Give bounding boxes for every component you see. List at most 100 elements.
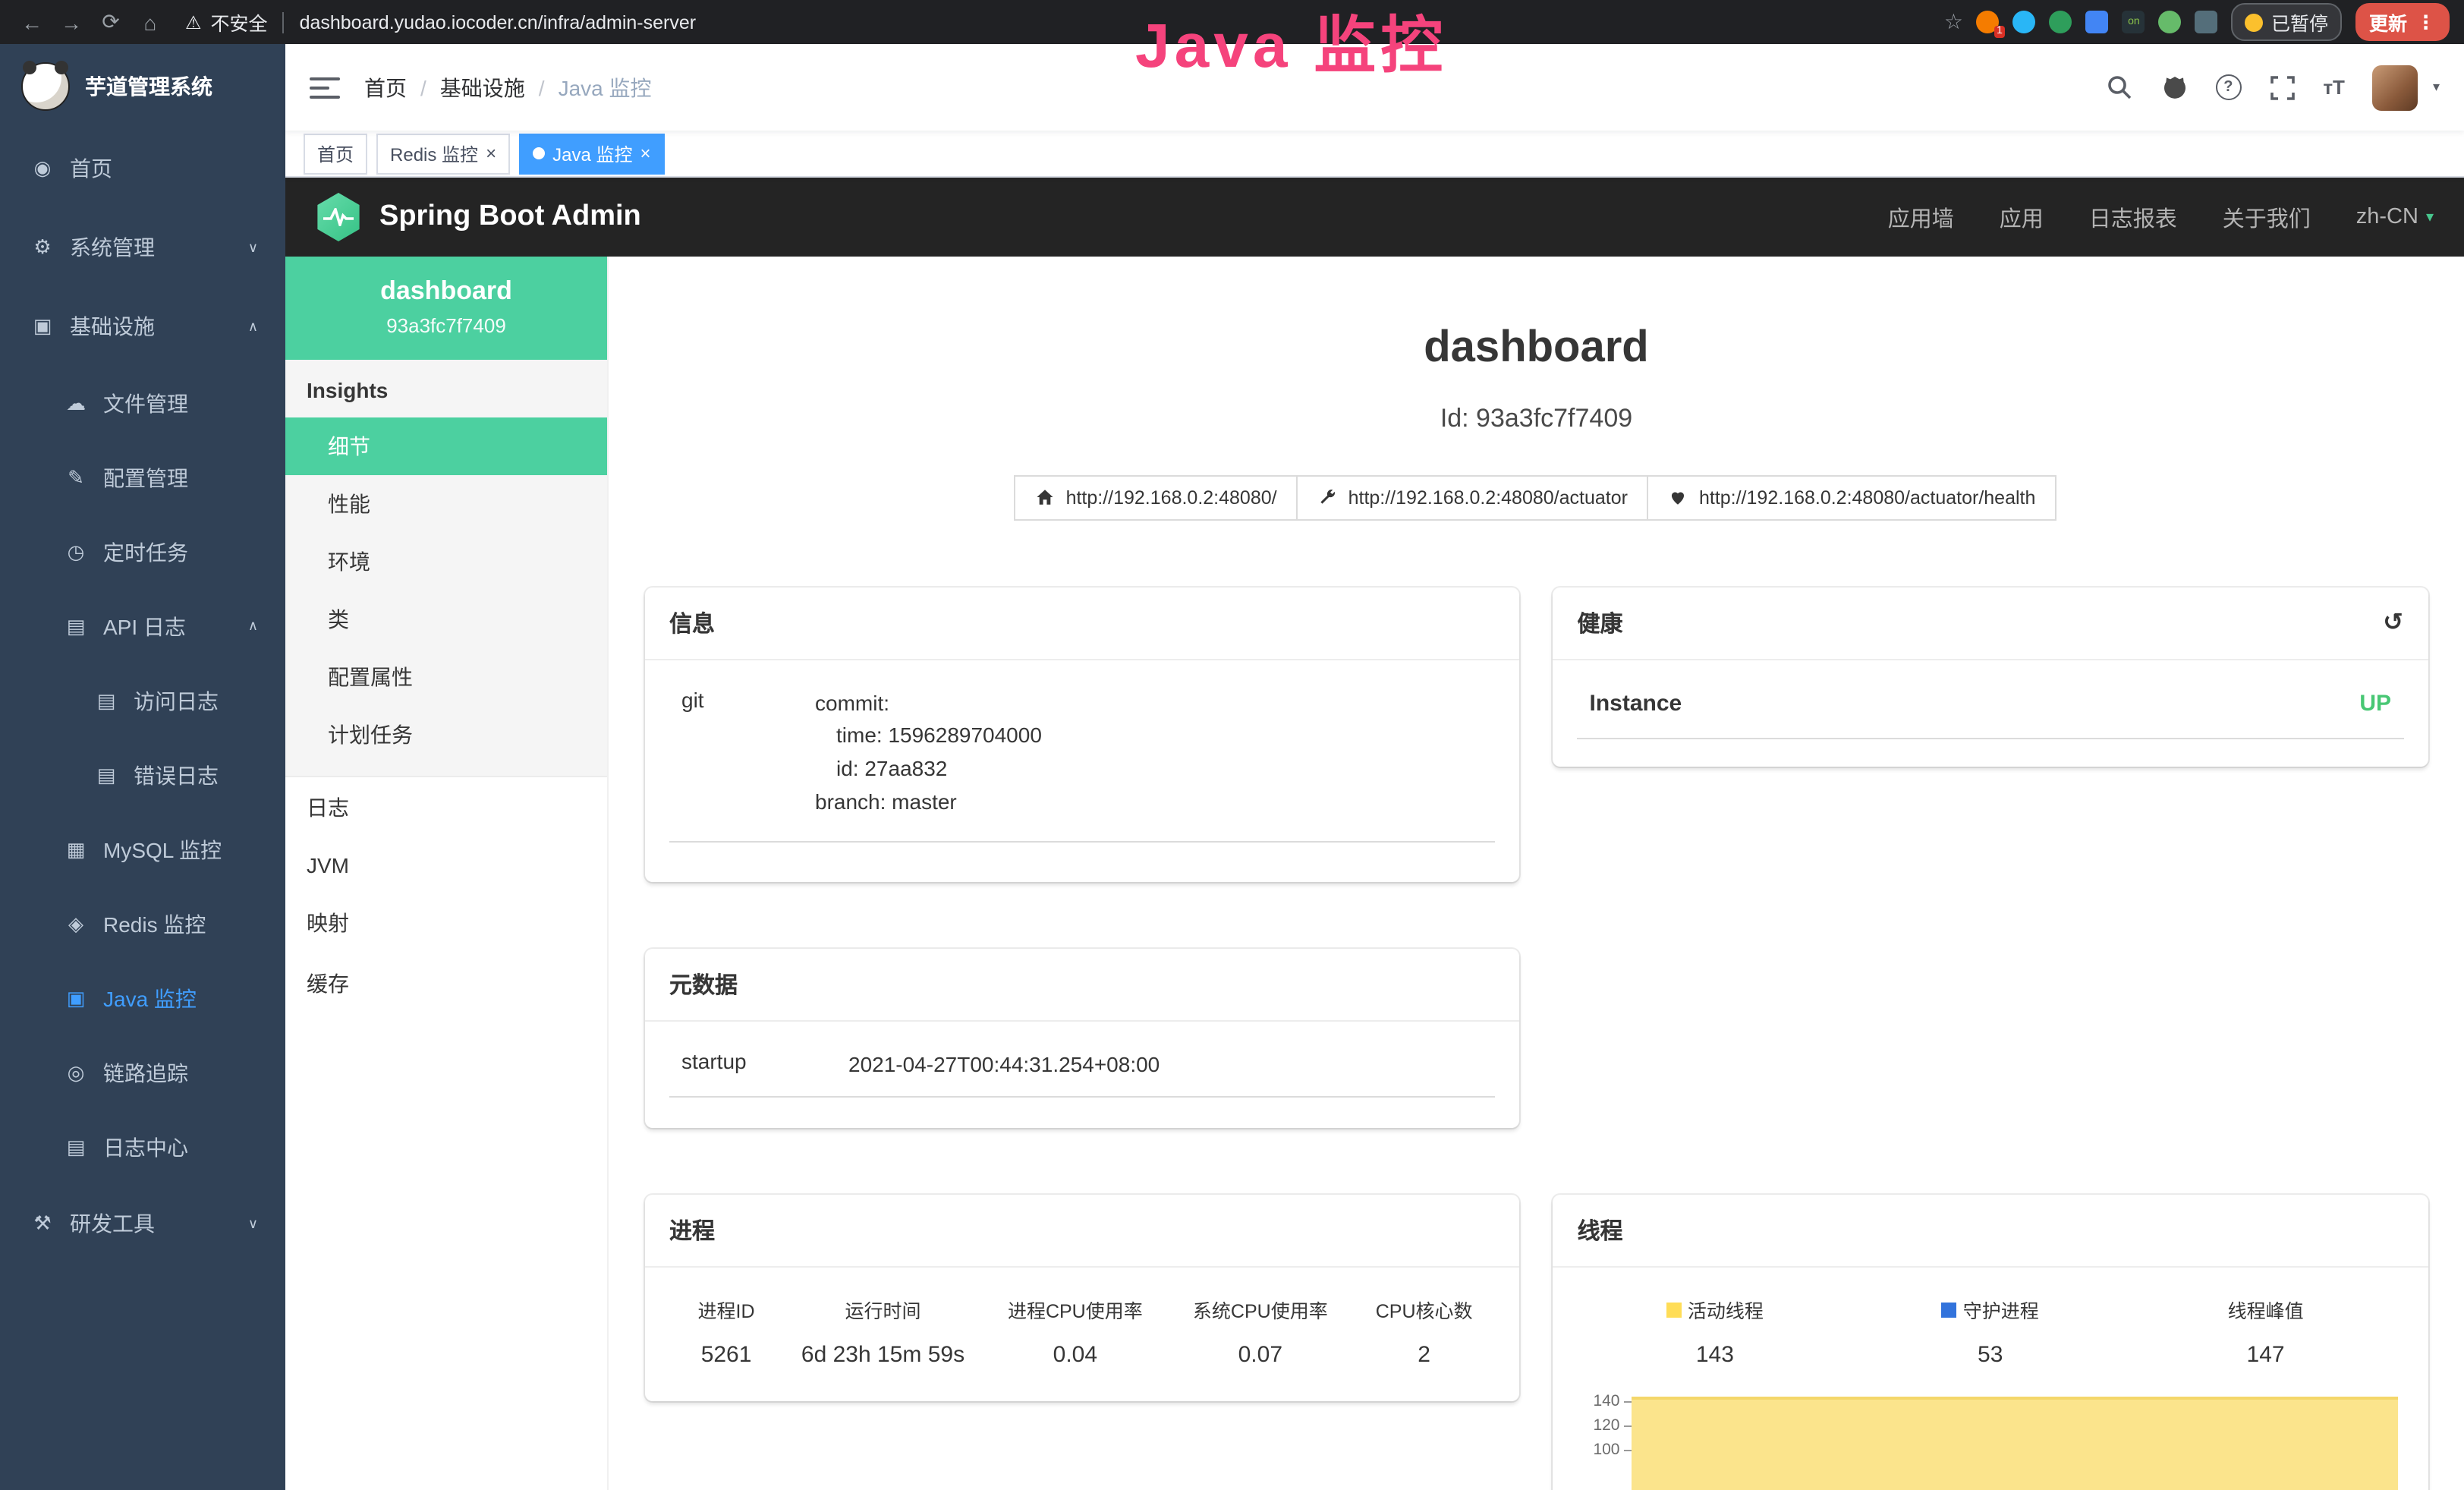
search-icon[interactable] xyxy=(2106,74,2133,101)
tab-java-monitor[interactable]: Java 监控 × xyxy=(519,133,664,174)
sidebar-item-api-logs[interactable]: ▤ API 日志 ∧ xyxy=(0,589,285,663)
tab-redis-monitor[interactable]: Redis 监控 × xyxy=(376,133,510,174)
log-icon: ▤ xyxy=(94,763,118,787)
browser-toolbar-right: ☆ 1 on 已暂停 更新 ⋮ xyxy=(1944,3,2449,41)
extension-pin-icon[interactable] xyxy=(2195,11,2218,33)
health-instance-row[interactable]: Instance UP xyxy=(1578,682,2404,739)
threads-chart: 140 120 100 xyxy=(1578,1389,2404,1490)
threads-card: 线程 活动线程 守护进程 线程峰值 143 53 147 xyxy=(1553,1195,2428,1490)
security-label: 不安全 xyxy=(211,8,268,36)
chrome-update-button[interactable]: 更新 ⋮ xyxy=(2355,3,2449,41)
sba-menu-item-details[interactable]: 细节 xyxy=(285,417,607,475)
help-icon[interactable]: ? xyxy=(2215,74,2241,100)
git-branch: branch: master xyxy=(815,786,1042,819)
font-size-icon[interactable]: тT xyxy=(2323,76,2345,99)
process-uptime-value: 6d 23h 15m 59s xyxy=(783,1342,983,1368)
paused-badge[interactable]: 已暂停 xyxy=(2232,3,2342,41)
sba-locale-select[interactable]: zh-CN ▾ xyxy=(2356,205,2434,229)
extension-on-icon[interactable]: on xyxy=(2123,11,2145,33)
chevron-down-icon: ∨ xyxy=(248,1215,258,1232)
app-logo[interactable]: 芋道管理系统 xyxy=(0,44,285,129)
sba-nav-about[interactable]: 关于我们 xyxy=(2223,201,2311,233)
sba-navbar: Spring Boot Admin 应用墙 应用 日志报表 关于我们 zh-CN… xyxy=(285,178,2464,257)
sba-menu-item-metrics[interactable]: 性能 xyxy=(285,475,607,533)
metadata-card-title: 元数据 xyxy=(645,948,1520,1021)
extension-icon[interactable]: 1 xyxy=(1977,11,2000,33)
fullscreen-icon[interactable] xyxy=(2268,74,2296,101)
breadcrumb-home[interactable]: 首页 xyxy=(364,72,407,102)
home-icon[interactable]: ⌂ xyxy=(134,10,167,34)
sba-brand-title[interactable]: Spring Boot Admin xyxy=(379,200,641,234)
sidebar-item-mysql-monitor[interactable]: ▦ MySQL 监控 xyxy=(0,812,285,887)
extension-badge: 1 xyxy=(1994,26,2006,38)
health-url-button[interactable]: http://192.168.0.2:48080/actuator/health xyxy=(1647,475,2056,521)
not-secure-warning-icon: ⚠ xyxy=(185,11,202,33)
infrastructure-icon: ▣ xyxy=(30,314,55,339)
sidebar-item-access-logs[interactable]: ▤ 访问日志 xyxy=(0,663,285,738)
header-actions: ? тT ▾ xyxy=(2106,65,2440,110)
sidebar-item-error-logs[interactable]: ▤ 错误日志 xyxy=(0,738,285,812)
sidebar-item-scheduled-tasks[interactable]: ◷ 定时任务 xyxy=(0,515,285,589)
home-icon xyxy=(1036,488,1056,508)
sidebar-item-config-management[interactable]: ✎ 配置管理 xyxy=(0,440,285,515)
bookmark-star-icon[interactable]: ☆ xyxy=(1944,9,1963,35)
sba-nav-journal[interactable]: 日志报表 xyxy=(2089,201,2177,233)
chrome-menu-dots-icon[interactable]: ⋮ xyxy=(2416,11,2435,33)
breadcrumb-infrastructure[interactable]: 基础设施 xyxy=(440,72,525,102)
sidebar-item-home[interactable]: ◉ 首页 xyxy=(0,129,285,208)
health-url-label: http://192.168.0.2:48080/actuator/health xyxy=(1699,487,2035,509)
sba-nav-wallboard[interactable]: 应用墙 xyxy=(1888,201,1954,233)
url-text[interactable]: dashboard.yudao.iocoder.cn/infra/admin-s… xyxy=(300,11,697,33)
sba-menu-item-scheduled-tasks[interactable]: 计划任务 xyxy=(285,706,607,764)
hamburger-icon[interactable] xyxy=(310,77,340,98)
extension-icon[interactable] xyxy=(2050,11,2072,33)
cloud-file-icon: ☁ xyxy=(64,391,88,415)
sba-nav-applications[interactable]: 应用 xyxy=(2000,201,2044,233)
spring-boot-admin-logo-icon[interactable] xyxy=(316,193,361,241)
extension-icon[interactable] xyxy=(2086,11,2109,33)
home-dashboard-icon: ◉ xyxy=(30,156,55,181)
extension-leaf-icon[interactable] xyxy=(2159,11,2182,33)
close-icon[interactable]: × xyxy=(486,144,496,162)
sba-instance-header[interactable]: dashboard 93a3fc7f7409 xyxy=(285,257,607,360)
sidebar-item-java-monitor[interactable]: ▣ Java 监控 xyxy=(0,961,285,1035)
avatar[interactable] xyxy=(2372,65,2418,110)
sidebar-item-infrastructure[interactable]: ▣ 基础设施 ∧ xyxy=(0,287,285,366)
sba-menu-item-config-props[interactable]: 配置属性 xyxy=(285,648,607,706)
sidebar-item-dev-tools[interactable]: ⚒ 研发工具 ∨ xyxy=(0,1184,285,1263)
sidebar-item-label: API 日志 xyxy=(103,611,186,641)
sidebar-item-redis-monitor[interactable]: ◈ Redis 监控 xyxy=(0,887,285,961)
process-card-title: 进程 xyxy=(645,1195,1520,1268)
process-cpu-value: 0.04 xyxy=(983,1342,1168,1368)
sidebar-item-file-management[interactable]: ☁ 文件管理 xyxy=(0,366,285,440)
address-bar[interactable]: ⚠ 不安全 dashboard.yudao.iocoder.cn/infra/a… xyxy=(185,8,696,36)
sba-menu-item-mappings[interactable]: 映射 xyxy=(285,893,607,953)
reload-icon[interactable]: ⟳ xyxy=(94,9,127,35)
app-logo-avatar xyxy=(21,62,70,111)
app-menu: ◉ 首页 ⚙ 系统管理 ∨ ▣ 基础设施 ∧ ☁ 文件管理 xyxy=(0,129,285,1490)
sidebar-item-trace[interactable]: ◎ 链路追踪 xyxy=(0,1035,285,1110)
history-icon[interactable]: ↺ xyxy=(2383,608,2403,638)
back-icon[interactable]: ← xyxy=(15,10,49,34)
service-url-button[interactable]: http://192.168.0.2:48080/ xyxy=(1015,475,1298,521)
forward-icon[interactable]: → xyxy=(55,10,88,34)
process-col-header: 运行时间 xyxy=(783,1295,983,1324)
sba-menu-item-logs[interactable]: 日志 xyxy=(285,777,607,838)
sidebar-item-system-management[interactable]: ⚙ 系统管理 ∨ xyxy=(0,208,285,287)
peak-threads-label: 线程峰值 xyxy=(2228,1295,2304,1324)
y-tick-label: 140 xyxy=(1593,1392,1619,1410)
actuator-url-button[interactable]: http://192.168.0.2:48080/actuator xyxy=(1297,475,1649,521)
tab-home[interactable]: 首页 xyxy=(304,133,367,174)
sba-menu-item-caches[interactable]: 缓存 xyxy=(285,953,607,1014)
sba-menu-item-classes[interactable]: 类 xyxy=(285,591,607,648)
sidebar-item-log-center[interactable]: ▤ 日志中心 xyxy=(0,1110,285,1184)
sba-menu-item-jvm[interactable]: JVM xyxy=(285,838,607,893)
sba-menu-item-environment[interactable]: 环境 xyxy=(285,533,607,591)
close-icon[interactable]: × xyxy=(640,144,650,162)
sba-nav-links: 应用墙 应用 日志报表 关于我们 xyxy=(1888,201,2311,233)
instance-links: http://192.168.0.2:48080/ http://192.168… xyxy=(645,475,2428,521)
github-icon[interactable] xyxy=(2160,74,2188,101)
tab-label: Redis 监控 xyxy=(390,140,478,166)
git-commit-label: commit: xyxy=(815,688,1042,720)
extension-icon[interactable] xyxy=(2013,11,2036,33)
